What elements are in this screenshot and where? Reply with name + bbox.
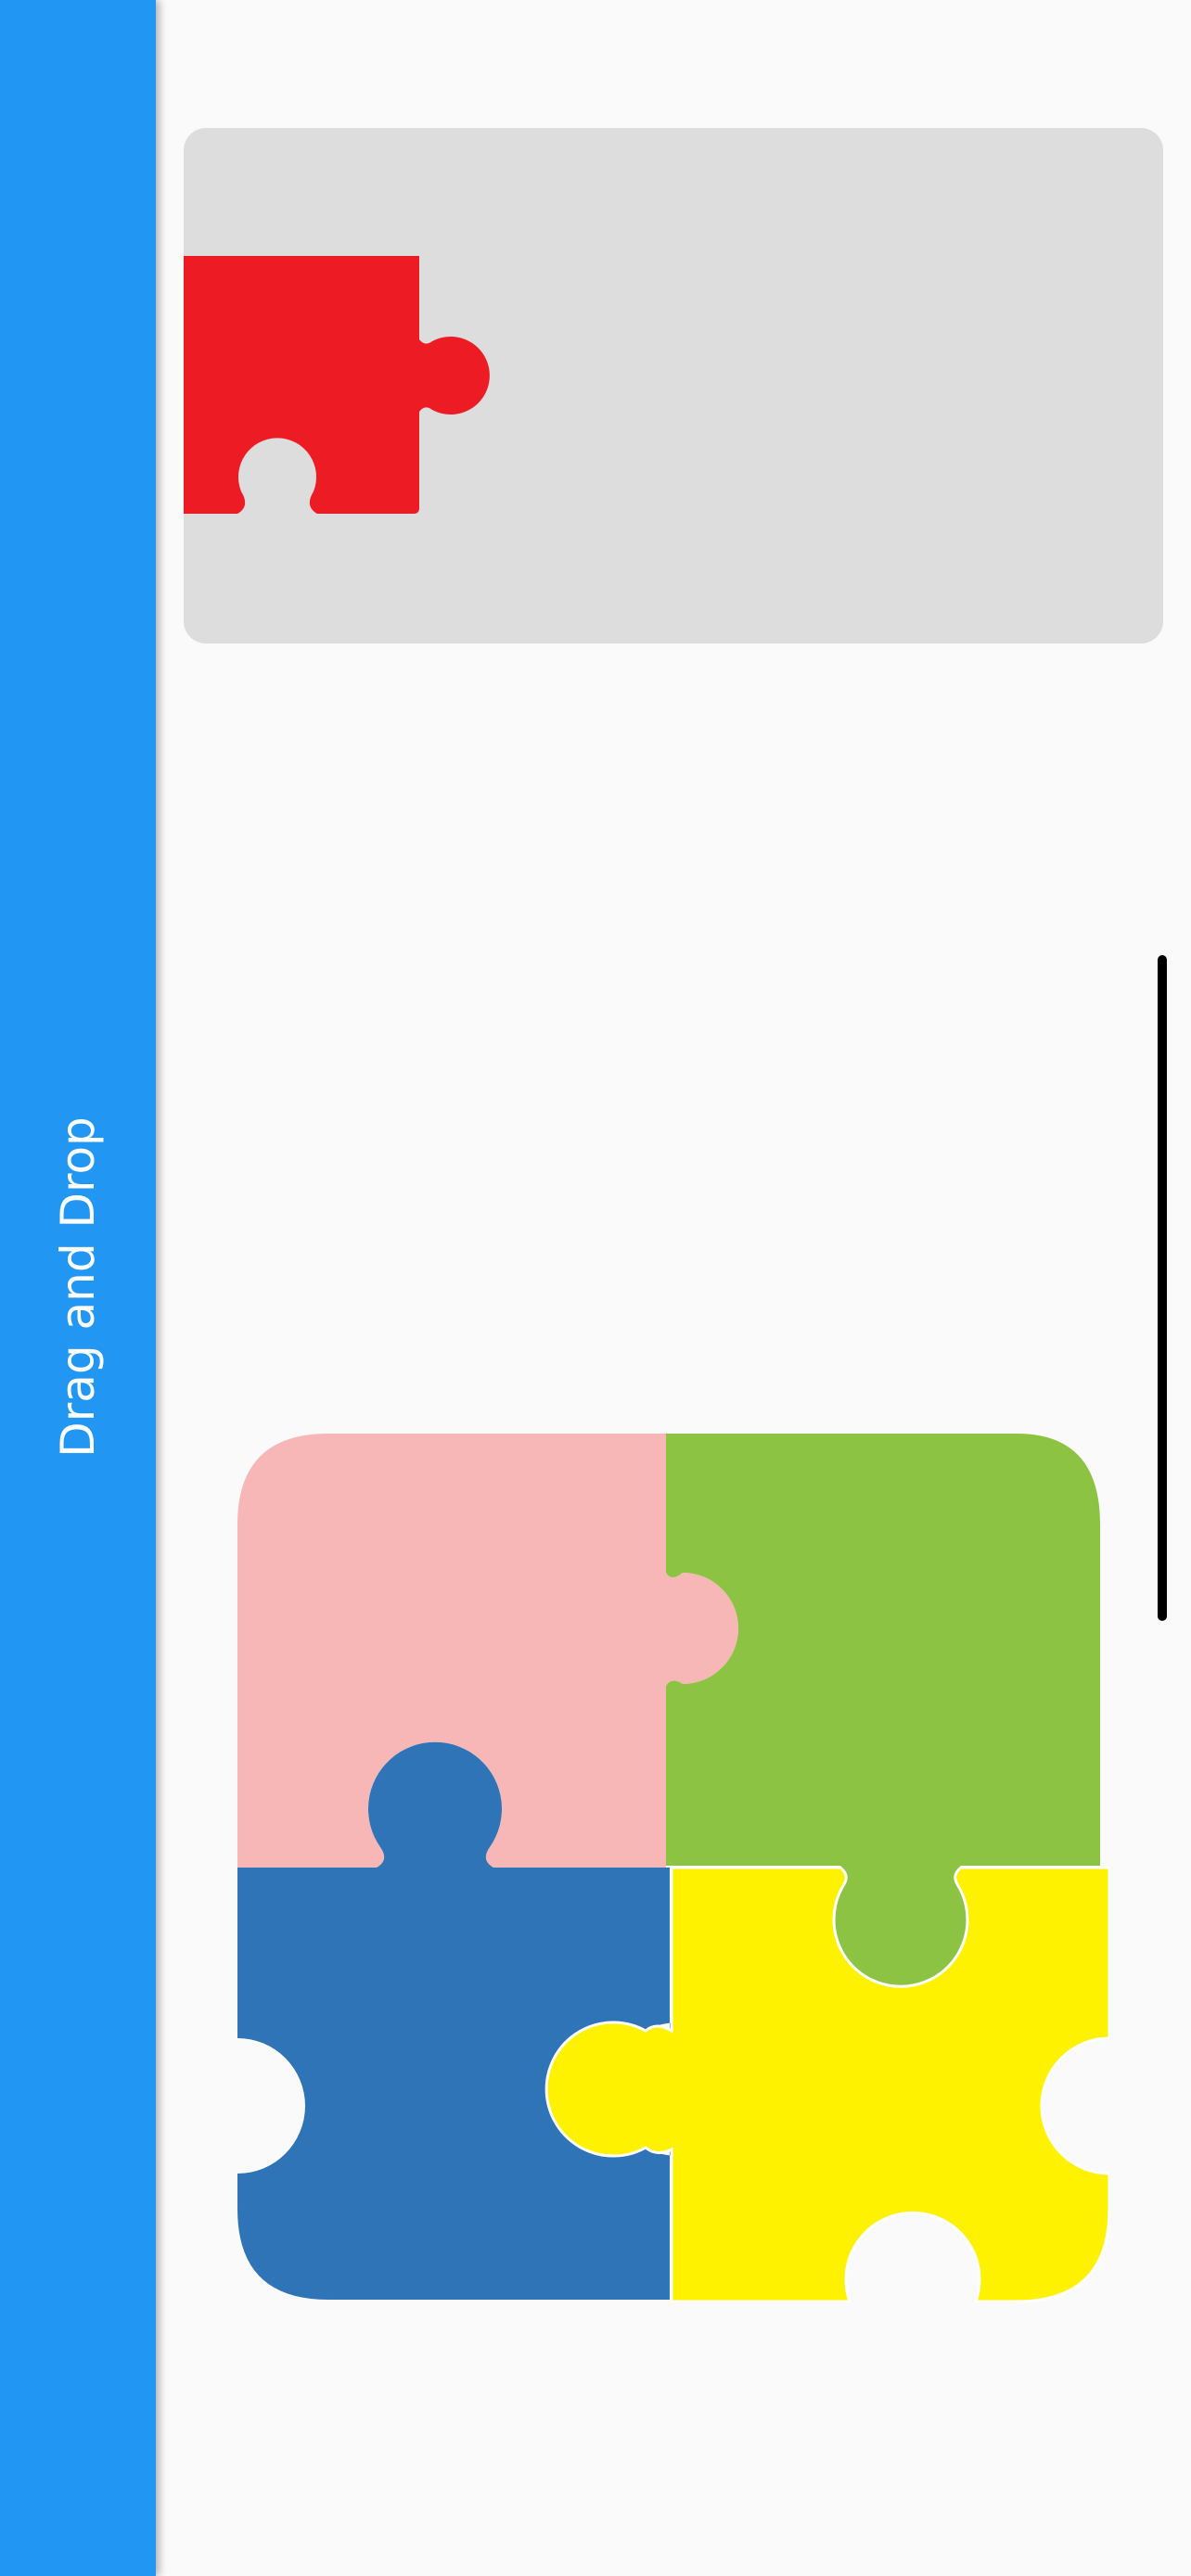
app-bar: Drag and Drop xyxy=(0,0,156,2576)
red-piece-shape xyxy=(184,256,490,514)
red-puzzle-piece[interactable] xyxy=(184,256,499,517)
scroll-indicator[interactable] xyxy=(1158,955,1167,1621)
puzzle-board xyxy=(237,1434,1109,2303)
app-bar-title: Drag and Drop xyxy=(51,1116,105,1458)
